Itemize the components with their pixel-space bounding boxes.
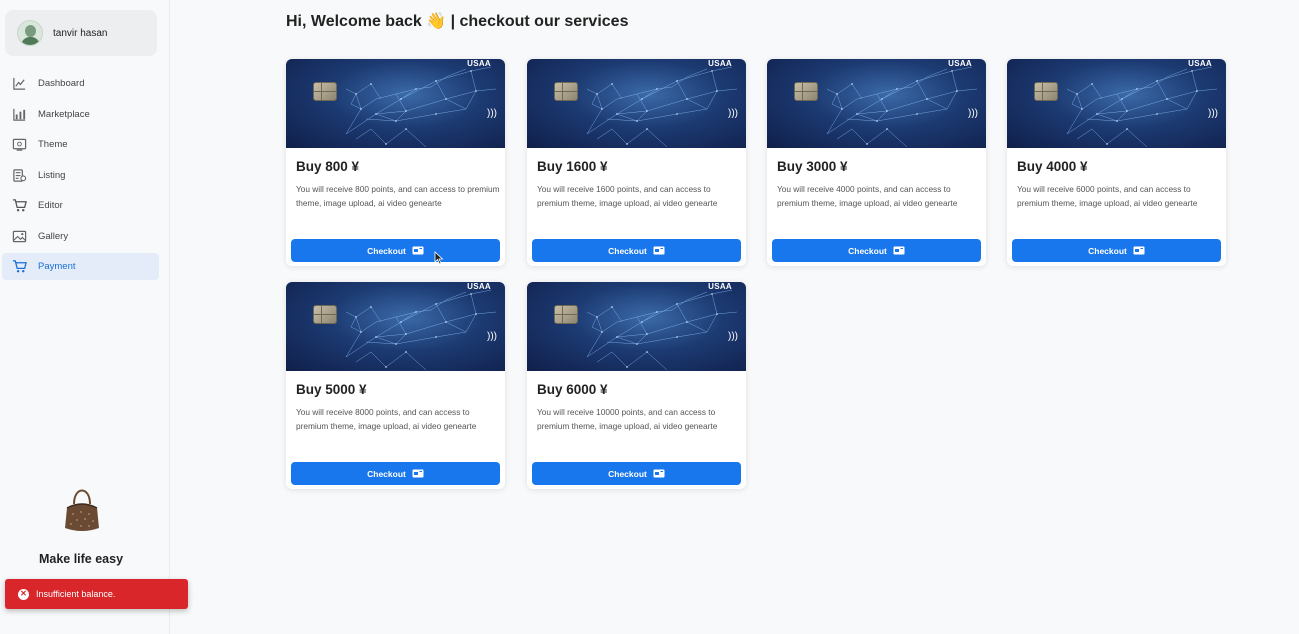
service-card: USAA ))) Buy 4000 ¥ You will receive 600… <box>1007 59 1226 266</box>
sidebar-item-label: Dashboard <box>38 78 85 89</box>
checkout-button-label: Checkout <box>367 245 406 256</box>
payment-card-icon <box>412 246 424 255</box>
card-chip-icon <box>313 305 337 324</box>
card-image: USAA ))) <box>767 59 986 148</box>
cart-icon <box>11 259 27 275</box>
service-card: USAA ))) Buy 6000 ¥ You will receive 100… <box>527 282 746 489</box>
service-card: USAA ))) Buy 1600 ¥ You will receive 160… <box>527 59 746 266</box>
cart-icon <box>11 198 27 214</box>
card-title: Buy 800 ¥ <box>296 159 360 174</box>
mouse-cursor-icon <box>434 251 444 265</box>
user-name: tanvir hasan <box>53 27 108 39</box>
contactless-icon: ))) <box>487 108 497 119</box>
checkout-button-label: Checkout <box>608 245 647 256</box>
sidebar-item-theme[interactable]: Theme <box>2 131 159 158</box>
payment-card-icon <box>1133 246 1145 255</box>
theme-icon <box>11 137 27 153</box>
sidebar-item-editor[interactable]: Editor <box>2 192 159 219</box>
card-brand: USAA <box>467 59 491 68</box>
card-description: You will receive 8000 points, and can ac… <box>296 407 477 431</box>
user-profile[interactable]: tanvir hasan <box>5 10 157 56</box>
gallery-icon <box>11 228 27 244</box>
sidebar-item-label: Listing <box>38 169 66 181</box>
card-chip-icon <box>794 82 818 101</box>
card-brand: USAA <box>467 282 491 291</box>
checkout-button[interactable]: Checkout <box>291 462 500 485</box>
contactless-icon: ))) <box>728 108 738 119</box>
sidebar-item-gallery[interactable]: Gallery <box>2 223 159 250</box>
sidebar-nav: Dashboard Marketplace Theme Listing Edit… <box>2 70 159 284</box>
card-description: You will receive 1600 points, and can ac… <box>537 184 718 208</box>
card-title: Buy 1600 ¥ <box>537 159 608 174</box>
sidebar-item-marketplace[interactable]: Marketplace <box>2 101 159 128</box>
sidebar-item-payment[interactable]: Payment <box>2 253 159 280</box>
service-card: USAA ))) Buy 3000 ¥ You will receive 400… <box>767 59 986 266</box>
sidebar-item-label: Marketplace <box>38 108 90 120</box>
chart-line-icon <box>11 76 27 92</box>
service-card: USAA ))) Buy 800 ¥ You will receive 800 … <box>286 59 505 266</box>
checkout-button-label: Checkout <box>848 245 887 256</box>
card-image: USAA ))) <box>527 282 746 371</box>
payment-card-icon <box>653 469 665 478</box>
checkout-button-label: Checkout <box>367 468 406 479</box>
payment-card-icon <box>412 469 424 478</box>
contactless-icon: ))) <box>728 331 738 342</box>
handbag-image <box>65 489 99 531</box>
contactless-icon: ))) <box>1208 108 1218 119</box>
card-description: You will receive 10000 points, and can a… <box>537 407 718 431</box>
card-chip-icon <box>554 305 578 324</box>
sidebar-item-label: Editor <box>38 200 63 211</box>
chart-bar-icon <box>11 106 27 122</box>
card-image: USAA ))) <box>527 59 746 148</box>
checkout-button[interactable]: Checkout <box>1012 239 1221 262</box>
card-image: USAA ))) <box>1007 59 1226 148</box>
close-circle-icon: ✕ <box>18 588 29 600</box>
listing-icon <box>11 167 27 183</box>
card-chip-icon <box>1034 82 1058 101</box>
checkout-button-label: Checkout <box>608 468 647 479</box>
card-description: You will receive 800 points, and can acc… <box>296 184 500 208</box>
contactless-icon: ))) <box>487 331 497 342</box>
sidebar-item-label: Theme <box>38 139 68 150</box>
sidebar-item-label: Payment <box>38 261 76 272</box>
card-chip-icon <box>313 82 337 101</box>
checkout-button-label: Checkout <box>1088 245 1127 256</box>
checkout-button[interactable]: Checkout <box>532 462 741 485</box>
payment-card-icon <box>893 246 905 255</box>
card-brand: USAA <box>948 59 972 68</box>
sidebar-item-dashboard[interactable]: Dashboard <box>2 70 159 97</box>
contactless-icon: ))) <box>968 108 978 119</box>
error-toast[interactable]: ✕ Insufficient balance. <box>5 579 188 609</box>
checkout-button[interactable]: Checkout <box>291 239 500 262</box>
card-image: USAA ))) <box>286 282 505 371</box>
avatar <box>17 20 43 46</box>
checkout-button[interactable]: Checkout <box>532 239 741 262</box>
card-description: You will receive 4000 points, and can ac… <box>777 184 958 208</box>
card-chip-icon <box>554 82 578 101</box>
card-brand: USAA <box>708 282 732 291</box>
card-title: Buy 3000 ¥ <box>777 159 848 174</box>
sidebar-item-listing[interactable]: Listing <box>2 162 159 189</box>
service-card: USAA ))) Buy 5000 ¥ You will receive 800… <box>286 282 505 489</box>
card-image: USAA ))) <box>286 59 505 148</box>
payment-card-icon <box>653 246 665 255</box>
sidebar-item-label: Gallery <box>38 230 69 242</box>
checkout-button[interactable]: Checkout <box>772 239 981 262</box>
promo-text: Make life easy <box>38 552 124 566</box>
card-title: Buy 6000 ¥ <box>537 382 608 397</box>
card-brand: USAA <box>1188 59 1212 68</box>
card-title: Buy 5000 ¥ <box>296 382 367 397</box>
card-description: You will receive 6000 points, and can ac… <box>1017 184 1198 208</box>
card-title: Buy 4000 ¥ <box>1017 159 1088 174</box>
card-brand: USAA <box>708 59 732 68</box>
sidebar: tanvir hasan Dashboard Marketplace Theme… <box>0 0 170 634</box>
toast-message: Insufficient balance. <box>36 589 116 599</box>
page-title: Hi, Welcome back 👋 | checkout our servic… <box>286 13 629 30</box>
